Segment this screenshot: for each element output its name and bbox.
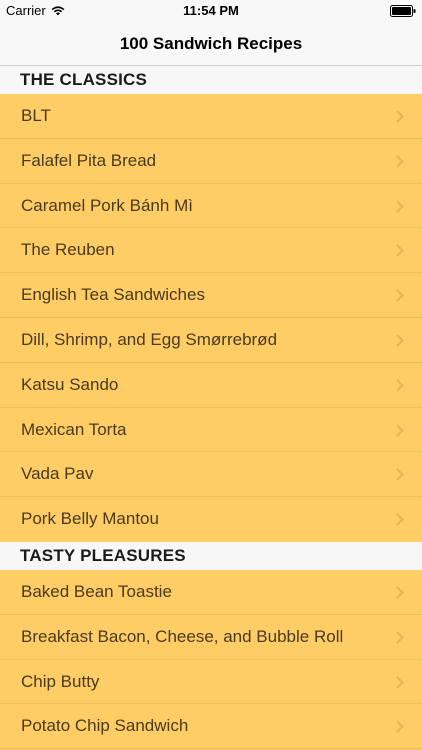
chevron-right-icon xyxy=(396,289,404,302)
list-item[interactable]: English Tea Sandwiches xyxy=(0,273,422,318)
chevron-right-icon xyxy=(396,334,404,347)
list-item-label: BLT xyxy=(21,106,51,125)
list-item-label: The Reuben xyxy=(21,240,115,260)
chevron-right-icon xyxy=(396,675,404,689)
list-item[interactable]: Mexican Torta xyxy=(0,408,422,453)
list-item[interactable]: Dill, Shrimp, and Egg Smørrebrød xyxy=(0,318,422,363)
list-item-label: Potato Chip Sandwich xyxy=(21,716,189,736)
chevron-right-icon xyxy=(396,199,404,213)
chevron-right-icon xyxy=(396,586,404,599)
status-bar: Carrier 11:54 PM xyxy=(0,0,422,22)
list-item[interactable]: Breakfast Bacon, Cheese, and Bubble Roll xyxy=(0,615,422,660)
chevron-right-icon xyxy=(396,631,404,644)
navigation-bar: Carrier 11:54 PM 100 Sandwich Recipes xyxy=(0,0,422,66)
list-item[interactable]: Potato Chip Sandwich xyxy=(0,704,422,750)
page-title: 100 Sandwich Recipes xyxy=(119,34,303,53)
list-item-label: Caramel Pork Bánh Mì xyxy=(21,195,193,215)
list-item-label: Baked Bean Toastie xyxy=(21,581,172,601)
chevron-right-icon xyxy=(396,468,404,482)
list-item[interactable]: Baked Bean Toastie xyxy=(0,570,422,615)
section-header-the-classics: THE CLASSICS xyxy=(0,66,422,94)
chevron-right-icon xyxy=(396,244,404,258)
battery-icon xyxy=(390,5,416,17)
list-item-label: Chip Butty xyxy=(21,671,100,691)
list-item-label: Breakfast Bacon, Cheese, and Bubble Roll xyxy=(21,626,344,646)
status-time: 11:54 PM xyxy=(183,3,239,18)
list-item[interactable]: The Reuben xyxy=(0,228,422,274)
list-item[interactable]: Caramel Pork Bánh Mì xyxy=(0,184,422,229)
chevron-right-icon xyxy=(396,155,404,168)
list-item-label: Pork Belly Mantou xyxy=(21,509,159,529)
list-item-label: Katsu Sando xyxy=(21,374,119,394)
list-item-label: Falafel Pita Bread xyxy=(21,150,157,170)
list-item-label: Dill, Shrimp, and Egg Smørrebrød xyxy=(21,329,278,349)
list-item[interactable]: Katsu Sando xyxy=(0,363,422,408)
chevron-right-icon xyxy=(396,379,404,392)
list-item-label: English Tea Sandwiches xyxy=(21,285,205,305)
list-item-label: Vada Pav xyxy=(21,464,94,484)
chevron-right-icon xyxy=(396,720,404,734)
chevron-right-icon xyxy=(396,110,404,123)
chevron-right-icon xyxy=(396,423,404,437)
list-item-label: Mexican Torta xyxy=(21,419,127,439)
list-item[interactable]: BLT xyxy=(0,94,422,139)
chevron-right-icon xyxy=(396,513,404,526)
section-header-tasty-pleasures: TASTY PLEASURES xyxy=(0,541,422,570)
list-item[interactable]: Pork Belly Mantou xyxy=(0,497,422,542)
list-item[interactable]: Chip Butty xyxy=(0,660,422,705)
list-item[interactable]: Vada Pav xyxy=(0,452,422,498)
recipe-list: THE CLASSICS BLT Falafel Pita Bread Cara… xyxy=(0,66,422,750)
list-item[interactable]: Falafel Pita Bread xyxy=(0,139,422,184)
